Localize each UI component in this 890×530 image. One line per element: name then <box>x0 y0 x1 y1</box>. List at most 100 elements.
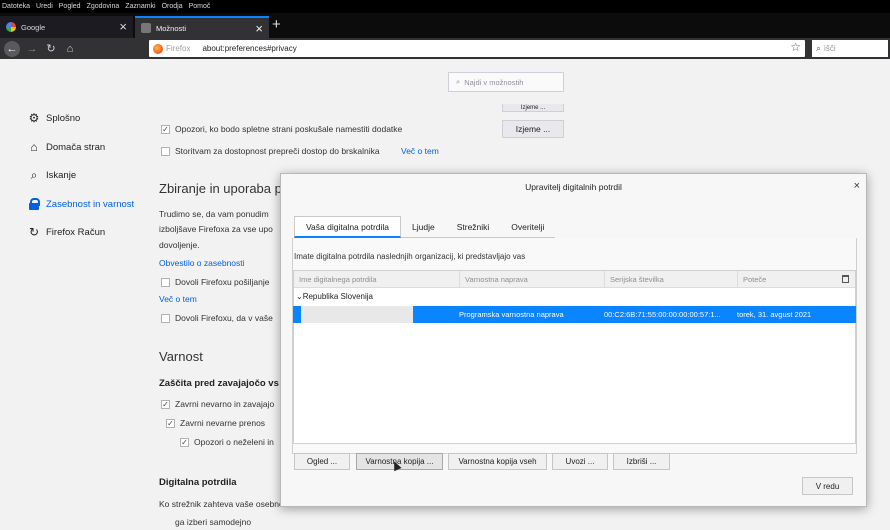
tab-people[interactable]: Ljudje <box>401 216 446 238</box>
forward-arrow-icon[interactable]: → <box>24 41 40 57</box>
home-icon: ⌂ <box>30 140 38 154</box>
home-icon[interactable]: ⌂ <box>62 41 78 57</box>
reload-icon[interactable]: ↻ <box>43 41 59 57</box>
menu-tools[interactable]: Orodja <box>162 3 183 10</box>
telemetry-label: Dovoli Firefoxu pošiljanje <box>175 277 270 287</box>
menu-bar: Datoteka Uredi Pogled Zgodovina Zaznamki… <box>0 0 890 13</box>
tab-label: Možnosti <box>156 23 187 33</box>
cell-serial: 00:C2:6B:71:55:00:00:00:00:57:1... <box>604 310 721 319</box>
telemetry-checkbox[interactable] <box>161 278 170 287</box>
learn-more-link[interactable]: Več o tem <box>401 146 439 156</box>
cell-device: Programska varnostna naprava <box>459 310 564 319</box>
menu-history[interactable]: Zgodovina <box>87 3 120 10</box>
view-button[interactable]: Ogled ... <box>294 453 350 470</box>
sidebar-item-label: Firefox Račun <box>46 226 106 238</box>
addon-warn-checkbox[interactable]: ✓ <box>161 125 170 134</box>
tab-servers[interactable]: Strežniki <box>445 216 501 238</box>
exceptions-button[interactable]: Izjeme ... <box>502 120 564 138</box>
column-header-name[interactable]: Ime digitalnega potrdila <box>294 271 460 288</box>
data-collection-text: Trudimo se, da vam ponudim <box>159 209 269 219</box>
import-button[interactable]: Uvozi ... <box>552 453 608 470</box>
sidebar-item-label: Splošno <box>46 112 81 124</box>
expand-toggle-icon[interactable]: ⌄ <box>296 292 303 301</box>
column-header-expires[interactable]: Poteče <box>738 271 838 288</box>
tree-group-row[interactable]: ⌄Republika Slovenija <box>294 290 373 304</box>
table-row[interactable]: Programska varnostna naprava 00:C2:6B:71… <box>293 306 856 323</box>
security-heading: Varnost <box>159 349 203 364</box>
gear-favicon-icon <box>141 23 151 33</box>
url-text[interactable]: about:preferences#privacy <box>202 44 296 53</box>
sidebar-item-label: Domača stran <box>46 141 106 153</box>
new-tab-button[interactable]: + <box>272 16 281 33</box>
learn-more-link[interactable]: Več o tem <box>159 294 197 304</box>
backup-all-button[interactable]: Varnostna kopija vseh <box>448 453 547 470</box>
close-tab-icon[interactable]: × <box>255 21 263 36</box>
tab-options[interactable]: Možnosti × <box>135 16 269 38</box>
sidebar-item-home[interactable]: ⌂ Domača stran <box>27 140 105 154</box>
tab-google[interactable]: Google × <box>0 16 133 38</box>
data-collection-text: dovoljenje. <box>159 240 200 250</box>
redacted-certificate-name <box>301 306 413 323</box>
tree-header: Ime digitalnega potrdila Varnostna napra… <box>294 271 855 288</box>
block-downloads-checkbox[interactable]: ✓ <box>166 419 175 428</box>
dialog-title: Upravitelj digitalnih potrdil <box>525 182 622 192</box>
search-icon: ⌕ <box>456 77 461 86</box>
navigation-bar: ← → ↻ ⌂ Firefox about:preferences#privac… <box>0 38 890 59</box>
dialog-tabs: Vaša digitalna potrdila Ljudje Strežniki… <box>294 216 556 238</box>
url-identity-chip: Firefox <box>166 44 191 53</box>
menu-help[interactable]: Pomoč <box>189 3 211 10</box>
data-collection-heading: Zbiranje in uporaba p <box>159 181 282 196</box>
certificate-manager-dialog: Upravitelj digitalnih potrdil × Vaša dig… <box>280 173 867 507</box>
sync-icon: ↻ <box>28 225 40 239</box>
delete-button[interactable]: Izbriši ... <box>613 453 670 470</box>
cell-expires: torek, 31. avgust 2021 <box>737 310 812 319</box>
menu-file[interactable]: Datoteka <box>2 3 30 10</box>
warn-unwanted-label: Opozori o neželeni in <box>194 437 274 447</box>
certificates-heading: Digitalna potrdila <box>159 477 237 488</box>
sidebar-item-search[interactable]: ⌕ Iskanje <box>27 168 76 182</box>
preferences-search-input[interactable]: ⌕ Najdi v možnostih <box>448 72 564 92</box>
search-icon: ⌕ <box>30 167 38 182</box>
firefox-logo-icon <box>153 43 163 54</box>
search-icon: ⌕ <box>816 43 822 53</box>
warn-unwanted-checkbox[interactable]: ✓ <box>180 438 189 447</box>
block-dangerous-checkbox[interactable]: ✓ <box>161 400 170 409</box>
block-dangerous-label: Zavrni nevarno in zavajajo <box>175 399 275 409</box>
gear-icon: ⚙ <box>28 111 40 125</box>
column-picker-icon[interactable] <box>842 275 849 283</box>
row-focus-marker <box>293 306 296 323</box>
url-bar[interactable]: Firefox about:preferences#privacy ☆ <box>149 40 805 57</box>
sidebar-item-label: Zasebnost in varnost <box>46 198 135 210</box>
certificate-tree[interactable]: Ime digitalnega potrdila Varnostna napra… <box>293 270 856 444</box>
column-header-serial[interactable]: Serijska številka <box>605 271 738 288</box>
studies-checkbox[interactable] <box>161 314 170 323</box>
tab-strip: Google × Možnosti × + <box>0 13 890 38</box>
search-bar[interactable]: ⌕ išči <box>812 40 888 57</box>
menu-view[interactable]: Pogled <box>59 3 81 10</box>
sidebar-item-privacy[interactable]: Zasebnost in varnost <box>27 197 134 211</box>
accessibility-checkbox[interactable] <box>161 147 170 156</box>
ok-button[interactable]: V redu <box>802 477 853 495</box>
auto-select-label: ga izberi samodejno <box>175 517 252 527</box>
close-tab-icon[interactable]: × <box>119 19 127 34</box>
menu-bookmarks[interactable]: Zaznamki <box>125 3 155 10</box>
privacy-notice-link[interactable]: Obvestilo o zasebnosti <box>159 258 245 268</box>
lock-icon <box>27 197 41 211</box>
tab-your-certificates[interactable]: Vaša digitalna potrdila <box>294 216 402 238</box>
addon-warn-label: Opozori, ko bodo spletne strani poskušal… <box>175 124 403 134</box>
back-arrow-icon[interactable]: ← <box>4 41 20 57</box>
close-icon[interactable]: × <box>854 180 860 192</box>
sidebar-item-firefox-account[interactable]: ↻ Firefox Račun <box>27 225 105 239</box>
group-label: Republika Slovenija <box>302 292 373 301</box>
sidebar-item-label: Iskanje <box>46 169 77 181</box>
deceptive-content-heading: Zaščita pred zavajajočo vs <box>159 378 279 389</box>
search-placeholder: išči <box>824 44 836 53</box>
search-placeholder: Najdi v možnostih <box>464 77 524 87</box>
tab-authorities[interactable]: Overitelji <box>500 216 556 238</box>
certificates-text: Ko strežnik zahteva vaše osebno <box>159 499 284 509</box>
exceptions-button[interactable]: Izjeme ... <box>502 104 564 112</box>
menu-edit[interactable]: Uredi <box>36 3 53 10</box>
bookmark-star-icon[interactable]: ☆ <box>790 40 801 54</box>
column-header-device[interactable]: Varnostna naprava <box>460 271 605 288</box>
sidebar-item-general[interactable]: ⚙ Splošno <box>27 111 81 125</box>
